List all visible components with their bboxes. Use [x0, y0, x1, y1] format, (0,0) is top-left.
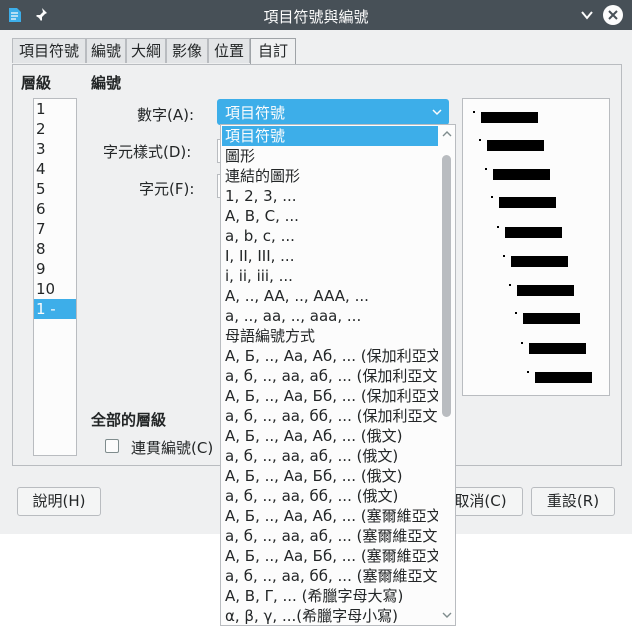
dropdown-option[interactable]: А, Б, .., Аа, Бб, ... (保加利亞文)	[222, 386, 438, 406]
level-item[interactable]: 2	[34, 119, 76, 139]
all-levels-header: 全部的層級	[91, 411, 167, 429]
char-label: 字元(F):	[139, 180, 195, 198]
preview-line	[485, 168, 555, 180]
tab-position[interactable]: 位置	[208, 38, 250, 63]
dropdown-option[interactable]: 圖形	[222, 146, 438, 166]
preview-line	[479, 139, 549, 151]
dropdown-option[interactable]: А, Б, .., Аа, Бб, ... (俄文)	[222, 466, 438, 486]
tab-bullets[interactable]: 項目符號	[12, 38, 86, 63]
dropdown-option[interactable]: а, б, .., аа, бб, ... (俄文)	[222, 486, 438, 506]
number-combobox[interactable]: 項目符號	[217, 99, 449, 125]
close-icon	[608, 10, 618, 20]
char-style-label: 字元樣式(D):	[103, 143, 192, 161]
chevron-up-icon[interactable]	[442, 130, 452, 138]
dropdown-option[interactable]: α, β, γ, ...(希臘字母小寫)	[222, 606, 438, 625]
preview-pane	[462, 98, 610, 396]
help-button[interactable]: 說明(H)	[17, 487, 101, 516]
dropdown-option[interactable]: а, б, .., аа, аб, ... (保加利亞文)	[222, 366, 438, 386]
dropdown-option[interactable]: а, б, .., аа, аб, ... (塞爾維亞文)	[222, 526, 438, 546]
tab-image[interactable]: 影像	[166, 38, 208, 63]
dropdown-option[interactable]: Α, Β, Γ, ... (希臘字母大寫)	[222, 586, 438, 606]
preview-line	[491, 196, 561, 208]
consecutive-numbering-checkbox[interactable]	[105, 439, 119, 453]
level-item[interactable]: 8	[34, 239, 76, 259]
level-item[interactable]: 7	[34, 219, 76, 239]
dropdown-option[interactable]: А, Б, .., Аа, Аб, ... (俄文)	[222, 426, 438, 446]
dropdown-option[interactable]: 連結的圖形	[222, 166, 438, 186]
dropdown-option-selected[interactable]: 項目符號	[222, 126, 438, 146]
scrollbar-thumb[interactable]	[442, 155, 451, 417]
dropdown-option[interactable]: А, Б, .., Аа, Бб, ... (塞爾維亞文)	[222, 546, 438, 566]
level-header: 層級	[21, 74, 52, 92]
dropdown-option[interactable]: а, б, .., аа, бб, ... (塞爾維亞文)	[222, 566, 438, 586]
preview-line	[527, 371, 597, 383]
level-item[interactable]: 4	[34, 159, 76, 179]
number-combobox-value: 項目符號	[225, 104, 286, 122]
preview-line	[497, 226, 567, 238]
level-list[interactable]: 1 2 3 4 5 6 7 8 9 10 1 - 10	[33, 98, 77, 456]
level-item[interactable]: 3	[34, 139, 76, 159]
dropdown-option[interactable]: а, б, .., аа, аб, ... (俄文)	[222, 446, 438, 466]
numbering-header: 編號	[91, 74, 122, 92]
preview-line	[473, 111, 543, 123]
dropdown-option[interactable]: А, Б, .., Аа, Аб, ... (保加利亞文)	[222, 346, 438, 366]
tab-outline[interactable]: 大綱	[126, 38, 166, 63]
window-title: 項目符號與編號	[263, 8, 369, 26]
dropdown-option[interactable]: I, II, III, ...	[222, 246, 438, 266]
level-item[interactable]: 9	[34, 259, 76, 279]
dropdown-option[interactable]: A, .., AA, .., AAA, ...	[222, 286, 438, 306]
tab-numbering[interactable]: 編號	[86, 38, 126, 63]
level-item-selected[interactable]: 1 - 10	[34, 299, 76, 338]
dropdown-option[interactable]: a, .., aa, .., aaa, ...	[222, 306, 438, 326]
dropdown-option[interactable]: i, ii, iii, ...	[222, 266, 438, 286]
tab-customize[interactable]: 自訂	[250, 38, 296, 65]
preview-line	[509, 284, 579, 296]
preview-line	[503, 255, 573, 267]
number-label: 數字(A):	[137, 106, 195, 124]
chevron-down-icon[interactable]	[442, 611, 452, 619]
dropdown-option[interactable]: 1, 2, 3, ...	[222, 186, 438, 206]
dropdown-option[interactable]: А, Б, .., Аа, Аб, ... (塞爾維亞文)	[222, 506, 438, 526]
level-item[interactable]: 10	[34, 279, 76, 299]
preview-line	[515, 312, 585, 324]
dropdown-option[interactable]: a, b, c, ...	[222, 226, 438, 246]
dropdown-option[interactable]: а, б, .., аа, бб, ... (保加利亞文)	[222, 406, 438, 426]
level-item[interactable]: 1	[34, 99, 76, 119]
preview-line	[521, 342, 591, 354]
level-item[interactable]: 6	[34, 199, 76, 219]
number-dropdown-list[interactable]: 項目符號 圖形 連結的圖形 1, 2, 3, ... A, B, C, ... …	[220, 124, 456, 626]
consecutive-numbering-label[interactable]: 連貫編號(C)	[131, 437, 213, 458]
dropdown-option[interactable]: 母語編號方式	[222, 326, 438, 346]
chevron-down-icon	[432, 109, 442, 116]
close-button[interactable]	[603, 5, 623, 25]
title-bar[interactable]: 項目符號與編號	[0, 0, 632, 30]
reset-button[interactable]: 重設(R)	[531, 487, 615, 516]
chevron-down-icon[interactable]	[578, 6, 596, 24]
level-item[interactable]: 5	[34, 179, 76, 199]
dropdown-option[interactable]: A, B, C, ...	[222, 206, 438, 226]
